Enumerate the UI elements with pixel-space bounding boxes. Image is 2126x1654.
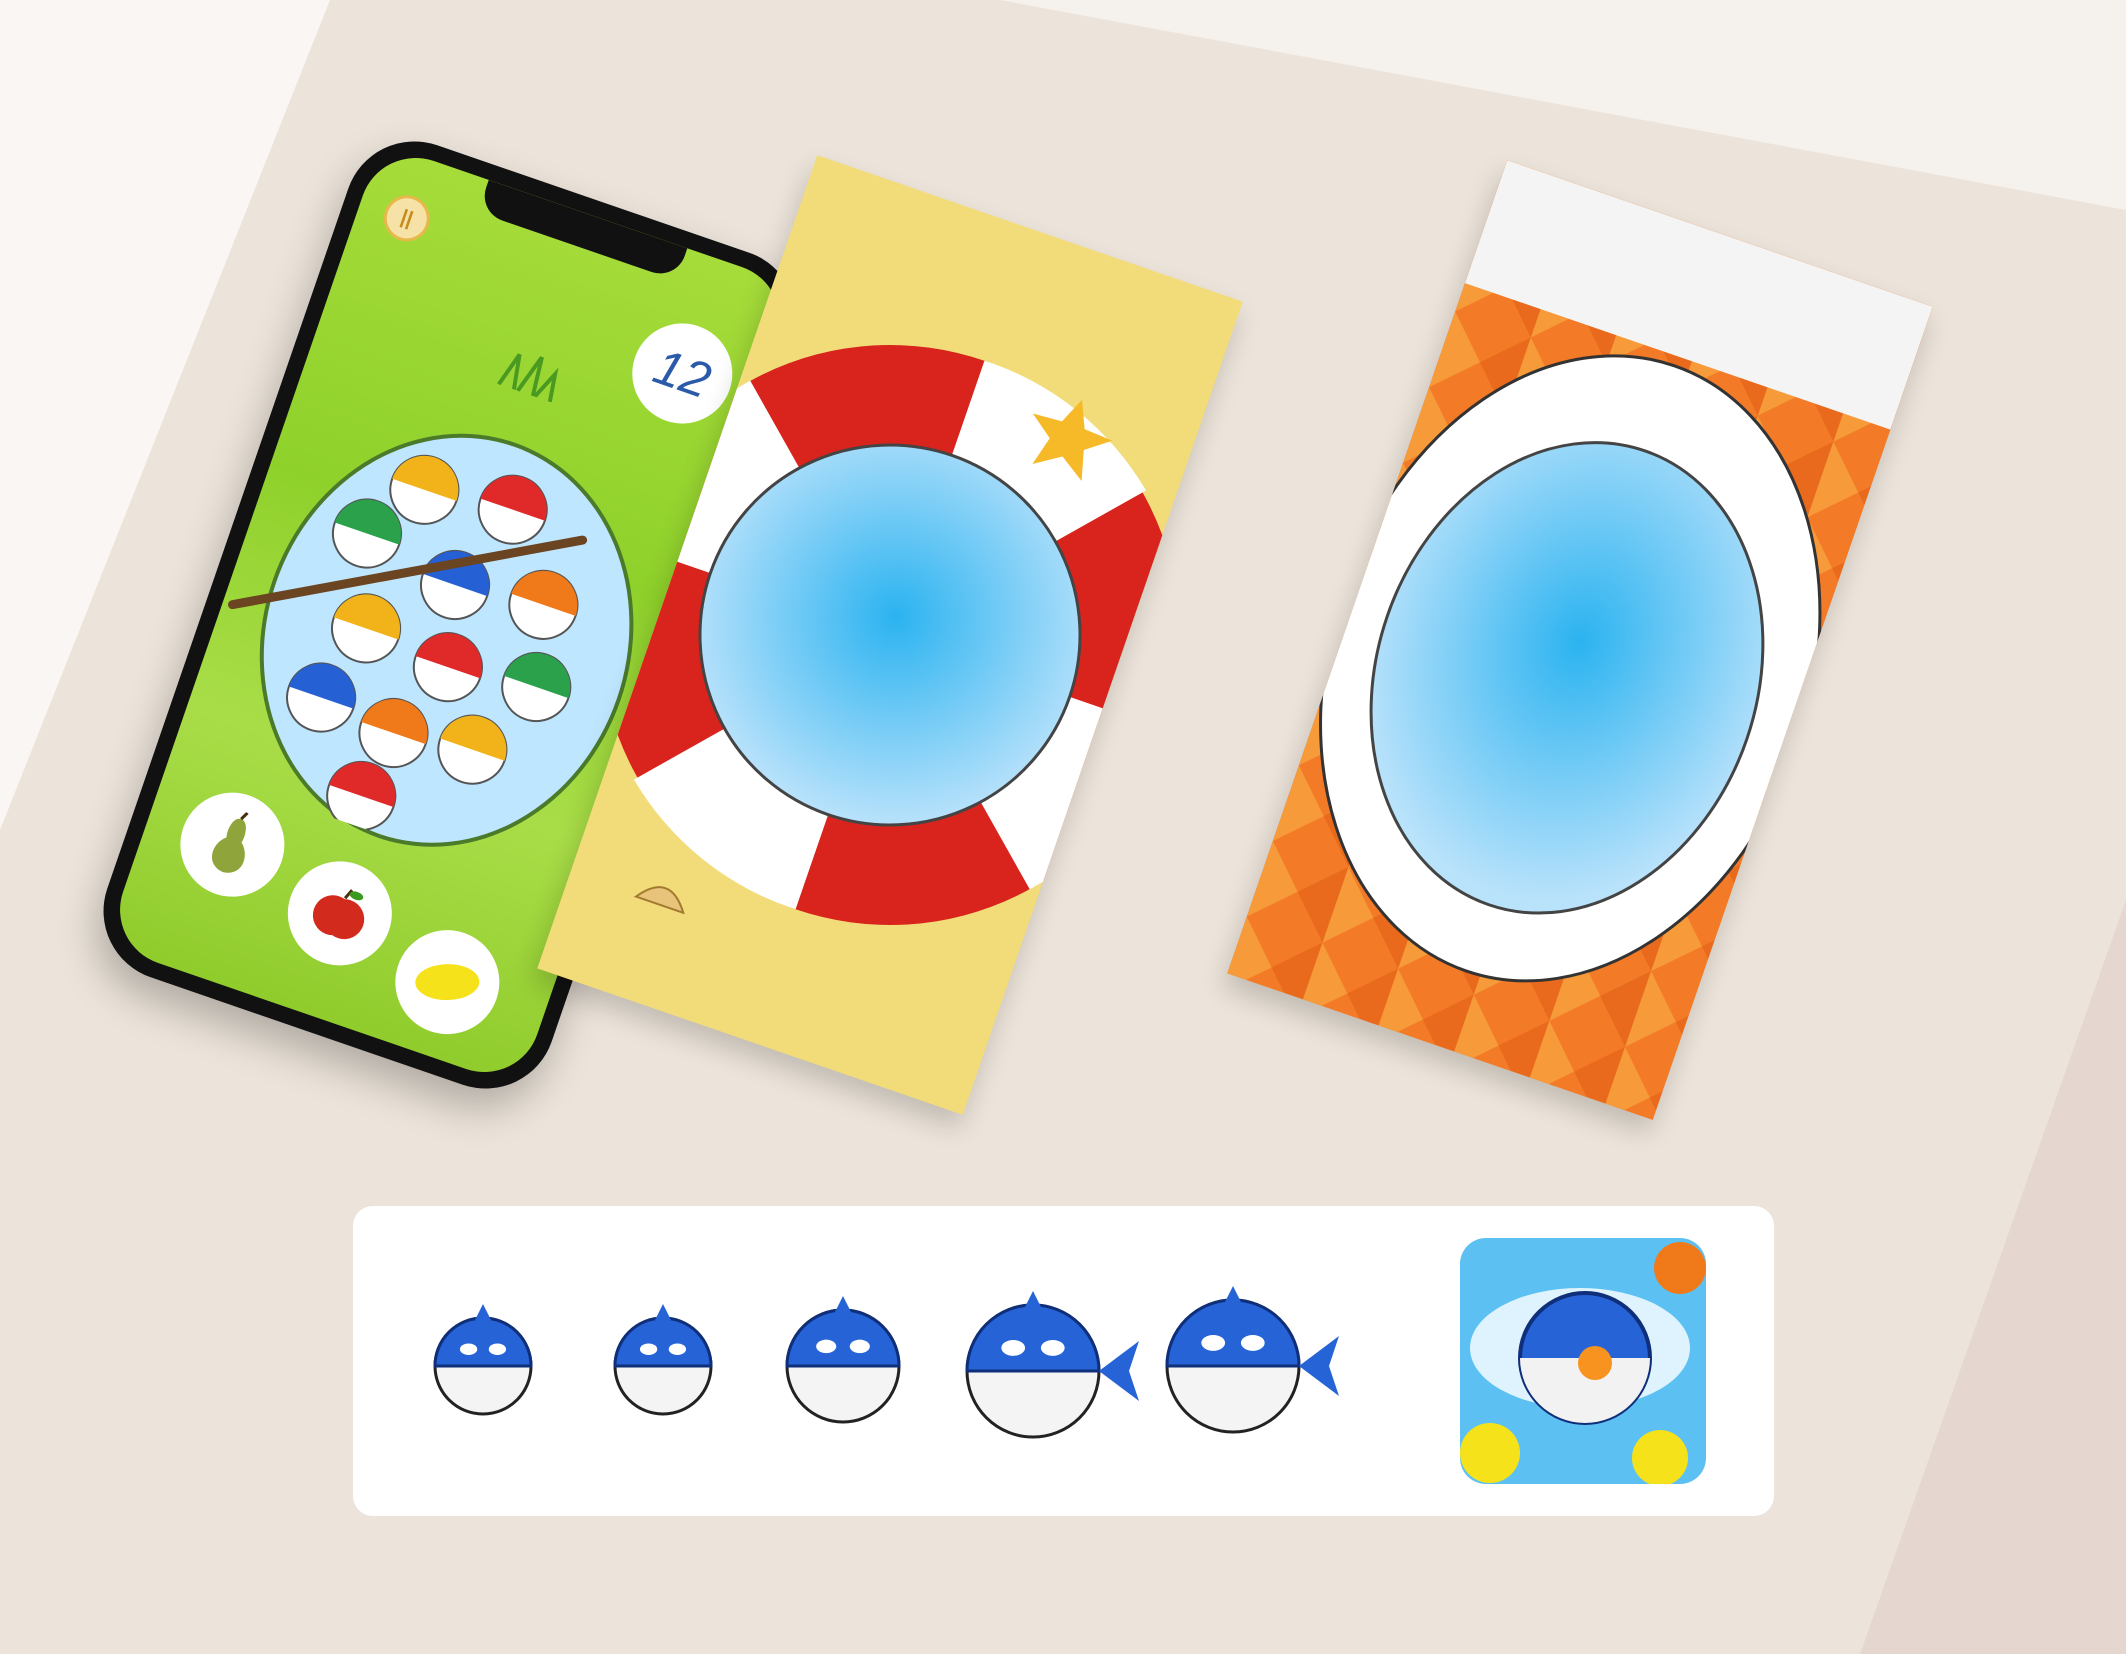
apple-icon [312, 889, 365, 940]
fish-token[interactable] [278, 654, 364, 740]
apple-button[interactable] [273, 847, 406, 980]
pause-icon: || [398, 205, 416, 231]
pause-button[interactable]: || [377, 189, 437, 248]
fish-stage-1 [433, 1304, 533, 1416]
fish-stage-2 [613, 1304, 713, 1416]
shell-icon [633, 886, 685, 915]
lemon-button[interactable] [381, 916, 514, 1049]
lemon-icon [415, 964, 480, 1001]
fish-stage-4 [965, 1291, 1139, 1439]
fish-token[interactable] [429, 706, 515, 792]
fish-stage-5 [1165, 1286, 1339, 1434]
app-icon [1460, 1238, 1706, 1484]
fish-stage-3 [785, 1296, 901, 1424]
pear-icon [212, 811, 249, 873]
